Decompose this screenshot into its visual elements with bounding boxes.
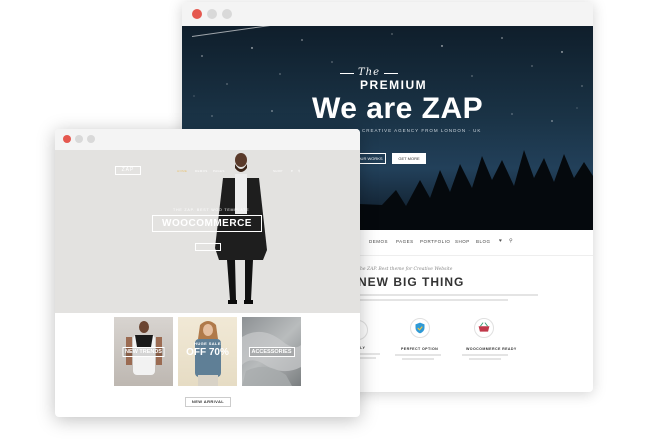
nav-item-blog[interactable]: BLOG xyxy=(476,239,491,244)
nav-item-pages[interactable]: PAGES xyxy=(396,239,414,244)
hero-script-text: The xyxy=(339,67,399,78)
feature-label: PERFECT OPTION xyxy=(401,347,439,351)
section-subtitle: The ZAP. Best theme for Creative Website xyxy=(357,267,453,272)
hero-subtitle: THE ZAP. BEST WOO TEMPLATE xyxy=(173,208,250,212)
cart-icon[interactable]: ♥ xyxy=(499,238,502,244)
hero-headline: We are ZAP xyxy=(312,92,484,125)
section-title: NEW BIG THING xyxy=(358,275,465,289)
accessories-label: ACCESSORIES xyxy=(248,347,295,357)
front-browser-window: ZAP HOME DEMOS PAGES SHOP ♥ ⚲ THE ZAP. B… xyxy=(55,129,360,417)
new-trends-tile[interactable]: NEW TRENDS xyxy=(114,317,173,386)
front-search-icon[interactable]: ⚲ xyxy=(298,169,301,173)
hero-premium-label: PREMIUM xyxy=(360,78,428,92)
minimize-dot-icon[interactable] xyxy=(207,9,217,19)
feature-text-line xyxy=(462,354,508,356)
hero-tagline: A CREATIVE AGENCY FROM LONDON · UK xyxy=(356,128,482,133)
feature-label: WOOCOMMERCE READY xyxy=(466,347,517,351)
front-cart-icon[interactable]: ♥ xyxy=(291,169,293,173)
front-nav-home[interactable]: HOME xyxy=(177,169,187,173)
minimize-dot-icon[interactable] xyxy=(75,135,83,143)
sale-big-label: OFF 70% xyxy=(186,347,229,358)
get-more-button[interactable]: GET MORE xyxy=(392,153,426,164)
sale-tile[interactable]: HUGE SALE OFF 70% xyxy=(178,317,237,386)
woocommerce-hero: ZAP HOME DEMOS PAGES SHOP ♥ ⚲ THE ZAP. B… xyxy=(55,150,360,313)
sale-small-label: HUGE SALE xyxy=(194,341,221,346)
search-icon[interactable]: ⚲ xyxy=(509,238,513,244)
new-trends-label: NEW TRENDS xyxy=(122,347,165,357)
body-text-line xyxy=(358,299,508,301)
feature-text-line xyxy=(469,358,501,360)
feature-text-line xyxy=(402,358,434,360)
body-text-line xyxy=(358,294,538,296)
feature-text-line xyxy=(395,354,441,356)
nav-item-portfolio[interactable]: PORTFOLIO xyxy=(420,239,450,244)
close-dot-icon[interactable] xyxy=(63,135,71,143)
zap-logo[interactable]: ZAP xyxy=(115,166,141,175)
basket-icon xyxy=(474,318,494,338)
front-window-titlebar xyxy=(55,129,360,150)
showcase-stage: The PREMIUM We are ZAP A CREATIVE AGENCY… xyxy=(0,0,671,447)
new-arrival-button[interactable]: NEW ARRIVAL xyxy=(185,397,231,407)
maximize-dot-icon[interactable] xyxy=(222,9,232,19)
nav-item-shop[interactable]: SHOP xyxy=(455,239,470,244)
nav-item-demos[interactable]: DEMOS xyxy=(369,239,388,244)
close-dot-icon[interactable] xyxy=(192,9,202,19)
shield-icon xyxy=(410,318,430,338)
back-window-titlebar xyxy=(182,2,593,26)
shop-now-button[interactable] xyxy=(195,243,221,251)
accessories-tile[interactable]: ACCESSORIES xyxy=(242,317,301,386)
hero-title: WOOCOMMERCE xyxy=(152,215,262,232)
maximize-dot-icon[interactable] xyxy=(87,135,95,143)
